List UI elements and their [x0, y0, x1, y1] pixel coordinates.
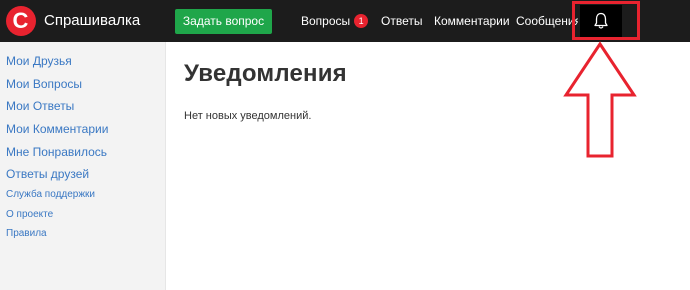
sidebar-item-my-comments[interactable]: Мои Комментарии [6, 122, 108, 136]
nav-messages[interactable]: Сообщения [516, 0, 578, 42]
sidebar-item-liked[interactable]: Мне Понравилось [6, 145, 107, 159]
sidebar: Мои Друзья Мои Вопросы Мои Ответы Мои Ко… [0, 42, 166, 290]
nav-answers[interactable]: Ответы [381, 0, 422, 42]
logo[interactable]: С [6, 6, 36, 36]
sidebar-item-friends[interactable]: Мои Друзья [6, 54, 72, 68]
sidebar-link-about[interactable]: О проекте [6, 209, 53, 220]
annotation-up-arrow [563, 41, 637, 158]
nav-questions[interactable]: Вопросы 1 [301, 0, 369, 42]
nav-questions-label: Вопросы [301, 14, 351, 28]
sidebar-item-my-questions[interactable]: Мои Вопросы [6, 77, 82, 91]
empty-notifications-text: Нет новых уведомлений. [184, 110, 312, 122]
page-title: Уведомления [184, 60, 347, 87]
sidebar-item-my-answers[interactable]: Мои Ответы [6, 99, 74, 113]
questions-count-badge: 1 [354, 14, 369, 28]
brand-name[interactable]: Спрашивалка [44, 12, 140, 30]
sidebar-link-support[interactable]: Служба поддержки [6, 189, 95, 200]
ask-question-button[interactable]: Задать вопрос [175, 9, 272, 34]
page: С Спрашивалка Задать вопрос Вопросы 1 От… [0, 0, 690, 290]
bell-highlight-box [572, 1, 640, 40]
sidebar-item-friends-answers[interactable]: Ответы друзей [6, 167, 89, 181]
logo-letter: С [12, 8, 29, 33]
nav-comments[interactable]: Комментарии [434, 0, 510, 42]
sidebar-link-rules[interactable]: Правила [6, 228, 47, 239]
